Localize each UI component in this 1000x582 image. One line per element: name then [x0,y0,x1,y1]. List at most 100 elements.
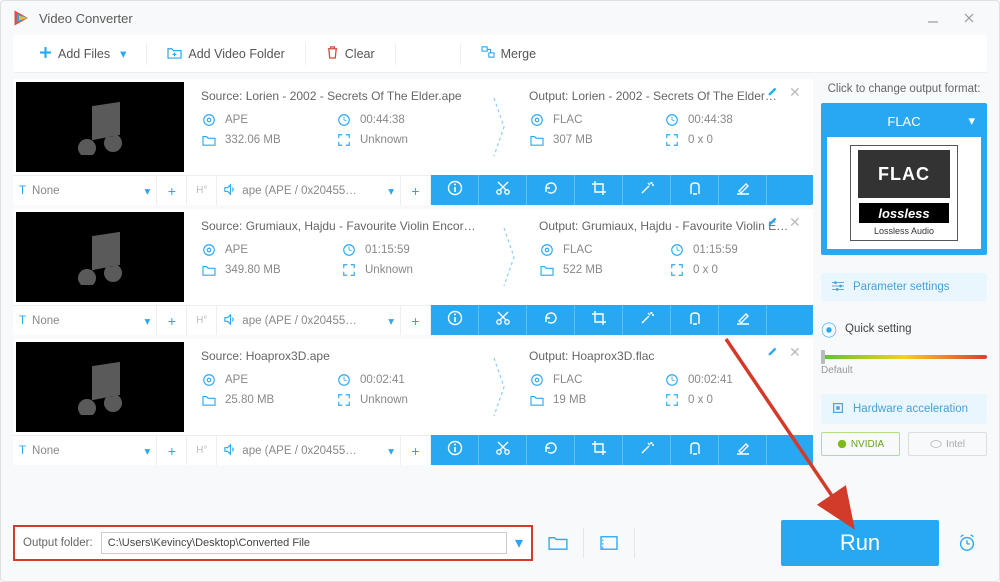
audio-track-select[interactable]: ape (APE / 0x20455… ▾ [217,436,401,465]
add-audio-button[interactable]: + [401,176,431,205]
info-button[interactable] [431,305,479,335]
scheduler-button[interactable] [947,533,987,553]
subtitle-edit-button[interactable] [719,305,767,335]
chevron-down-icon[interactable]: ▾ [515,533,523,553]
edit-output-button[interactable] [767,215,779,230]
output-format-card[interactable]: FLAC ▾ FLAC lossless Lossless Audio [821,103,987,255]
merge-button[interactable]: Merge [473,42,544,65]
text-icon: T [19,445,26,457]
add-files-button[interactable]: Add Files ▾ [31,42,134,66]
chevron-down-icon[interactable]: ▾ [145,314,151,328]
remove-item-button[interactable]: ✕ [789,215,803,229]
remove-item-button[interactable]: ✕ [789,85,803,99]
subtitle-edit-icon [735,310,751,331]
source-title: Source: Hoaprox3D.ape [201,349,471,363]
hardware-acceleration-button[interactable]: Hardware acceleration [821,394,987,424]
source-size: 332.06 MB [225,134,281,146]
chevron-down-icon[interactable]: ▾ [388,314,394,328]
chevron-down-icon[interactable]: ▾ [388,444,394,458]
dimensions-icon [341,263,357,277]
hdr-icon: H° [196,315,207,326]
source-dimensions: Unknown [360,394,408,406]
source-size: 25.80 MB [225,394,274,406]
edit-output-button[interactable] [767,345,779,360]
nvidia-label: NVIDIA [851,439,884,450]
source-title: Source: Lorien - 2002 - Secrets Of The E… [201,89,471,103]
watermark-button[interactable] [671,175,719,205]
speaker-icon [223,313,236,329]
subtitle-edit-button[interactable] [719,435,767,465]
clear-button[interactable]: Clear [318,41,383,66]
watermark-button[interactable] [671,435,719,465]
add-subtitle-button[interactable]: + [157,436,187,465]
subtitle-select[interactable]: T None ▾ [13,176,157,205]
effects-button[interactable] [623,305,671,335]
output-folder-input[interactable] [101,532,507,554]
rotate-button[interactable] [527,305,575,335]
chevron-down-icon[interactable]: ▾ [145,184,151,198]
subtitle-select[interactable]: T None ▾ [13,436,157,465]
open-folder-button[interactable] [533,525,583,561]
preview-button[interactable] [584,525,634,561]
remove-item-button[interactable]: ✕ [789,345,803,359]
folder-plus-icon [167,46,182,62]
crop-button[interactable] [575,435,623,465]
watermark-button[interactable] [671,305,719,335]
run-label: Run [840,530,880,556]
item-toolbar: T None ▾ + H° ape (APE / 0x20455… ▾ + [13,305,813,335]
rotate-button[interactable] [527,175,575,205]
parameter-settings-button[interactable]: Parameter settings [821,273,987,301]
subtitle-edit-icon [735,180,751,201]
cut-button[interactable] [479,175,527,205]
hdr-button[interactable]: H° [187,306,217,335]
crop-button[interactable] [575,305,623,335]
chevron-down-icon[interactable]: ▾ [968,113,975,129]
info-button[interactable] [431,435,479,465]
add-audio-button[interactable]: + [401,306,431,335]
intel-chip[interactable]: Intel [908,432,987,456]
file-item: Source: Hoaprox3D.ape APE 00:02:41 25.80… [13,339,813,465]
run-button[interactable]: Run [781,520,939,566]
edit-output-button[interactable] [767,85,779,100]
text-icon: T [19,315,26,327]
plus-icon: + [168,183,176,199]
add-audio-button[interactable]: + [401,436,431,465]
source-codec: APE [225,114,248,126]
cut-button[interactable] [479,305,527,335]
close-button[interactable] [951,1,987,35]
chevron-down-icon[interactable]: ▾ [120,46,126,61]
text-icon: T [19,185,26,197]
subtitle-edit-button[interactable] [719,175,767,205]
crop-button[interactable] [575,175,623,205]
thumbnail[interactable] [16,82,184,172]
hdr-icon: H° [196,445,207,456]
audio-track-select[interactable]: ape (APE / 0x20455… ▾ [217,306,401,335]
effects-button[interactable] [623,175,671,205]
nvidia-chip[interactable]: NVIDIA [821,432,900,456]
add-subtitle-button[interactable]: + [157,176,187,205]
output-duration: 01:15:59 [693,244,738,256]
chevron-down-icon[interactable]: ▾ [145,444,151,458]
thumbnail[interactable] [16,212,184,302]
output-dimensions: 0 x 0 [688,394,713,406]
thumbnail[interactable] [16,342,184,432]
folder-icon [529,394,545,406]
audio-track-select[interactable]: ape (APE / 0x20455… ▾ [217,176,401,205]
quality-slider[interactable] [821,355,987,359]
chevron-down-icon[interactable]: ▾ [388,184,394,198]
info-button[interactable] [431,175,479,205]
hdr-button[interactable]: H° [187,436,217,465]
add-subtitle-button[interactable]: + [157,306,187,335]
folder-icon [201,264,217,276]
cut-button[interactable] [479,435,527,465]
add-video-folder-button[interactable]: Add Video Folder [159,42,292,66]
hdr-button[interactable]: H° [187,176,217,205]
subtitle-select[interactable]: T None ▾ [13,306,157,335]
effects-button[interactable] [623,435,671,465]
minimize-button[interactable] [915,1,951,35]
clock-icon [336,113,352,127]
clock-icon [336,373,352,387]
quick-setting-button[interactable]: ⦿ Quick setting [821,317,987,341]
rotate-button[interactable] [527,435,575,465]
plus-icon: + [411,313,419,329]
